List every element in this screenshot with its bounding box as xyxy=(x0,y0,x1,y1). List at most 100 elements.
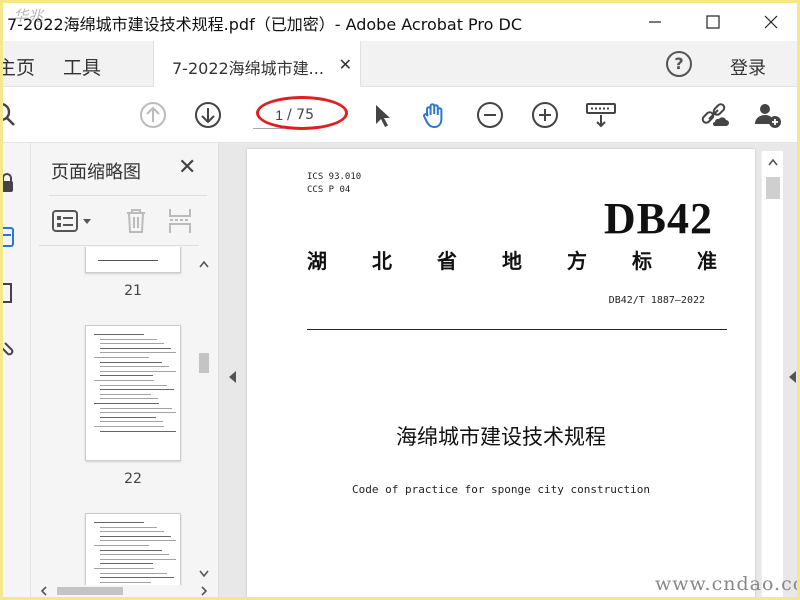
login-button[interactable]: 登录 xyxy=(730,54,766,80)
page-thumbnails-icon[interactable] xyxy=(3,225,17,249)
collapse-left-panel-icon[interactable] xyxy=(229,371,236,383)
document-view[interactable]: ICS 93.010 CCS P 04 DB42 湖 北 省 地 方 标 准 D… xyxy=(219,143,797,597)
thumbnail-list: 21 22 xyxy=(31,247,201,585)
thumbnail-text-line xyxy=(94,568,154,569)
site-watermark: www.cndao.com xyxy=(655,573,797,595)
bookmark-icon[interactable] xyxy=(3,281,17,305)
thumbnail-page-number: 21 xyxy=(124,283,142,299)
expand-right-panel-icon[interactable] xyxy=(789,371,796,383)
standard-code: DB42 xyxy=(603,194,713,243)
share-link-icon[interactable] xyxy=(699,100,729,130)
help-button[interactable]: ? xyxy=(666,51,692,77)
page-thumbnails-panel: 页面缩略图 ✕ 21 22 xyxy=(31,143,219,597)
zoom-in-icon[interactable] xyxy=(530,100,560,130)
panel-title: 页面缩略图 xyxy=(51,162,141,183)
tab-bar: 主页 工具 7-2022海绵城市建... ✕ ? 登录 xyxy=(3,41,797,87)
ccs-code: CCS P 04 xyxy=(307,185,351,195)
lock-icon[interactable] xyxy=(3,171,17,195)
classification-codes: ICS 93.010 CCS P 04 xyxy=(307,171,361,197)
category-char: 省 xyxy=(437,249,457,273)
select-cursor-icon[interactable] xyxy=(367,100,397,130)
tab-tools[interactable]: 工具 xyxy=(63,53,101,80)
thumbnail-text-line xyxy=(100,577,174,579)
prev-page-icon[interactable] xyxy=(138,100,168,130)
thumbnail-text-line xyxy=(100,361,162,363)
page-thumbnail-22[interactable] xyxy=(85,325,181,461)
thumbnail-text-line xyxy=(100,421,163,423)
thumbnail-text-line xyxy=(100,338,157,340)
zoom-out-icon[interactable] xyxy=(475,100,505,130)
thumbnail-options-icon[interactable] xyxy=(49,207,97,235)
thumbnail-text-line xyxy=(100,558,176,560)
scroll-up-icon xyxy=(199,260,209,268)
thumbnail-text-line xyxy=(100,430,176,432)
category-char: 标 xyxy=(632,249,652,273)
close-window-button[interactable] xyxy=(751,7,791,37)
page-number-input[interactable] xyxy=(253,101,283,129)
tab-home[interactable]: 主页 xyxy=(3,53,35,80)
scroll-right-icon xyxy=(201,586,208,596)
thumbnail-text-line xyxy=(100,412,176,414)
document-title-cn: 海绵城市建设技术规程 xyxy=(396,425,606,449)
thumbnail-text-line xyxy=(100,526,157,528)
thumbnail-text-line xyxy=(94,380,154,381)
title-bar: 7-2022海绵城市建设技术规程.pdf（已加密）- Adobe Acrobat… xyxy=(3,3,797,41)
delete-page-icon[interactable] xyxy=(121,205,151,235)
attachment-icon[interactable] xyxy=(3,339,17,363)
thumbnail-vertical-scrollbar[interactable] xyxy=(195,259,213,583)
thumbnail-text-line xyxy=(100,352,176,354)
panel-toolbar xyxy=(49,203,209,239)
tab-document[interactable]: 7-2022海绵城市建... ✕ xyxy=(153,41,361,87)
thumbnail-text-line xyxy=(100,554,169,556)
document-vertical-scrollbar[interactable] xyxy=(761,151,783,597)
divider xyxy=(49,195,207,196)
category-char: 地 xyxy=(502,249,522,273)
scrollbar-thumb[interactable] xyxy=(57,587,123,595)
left-nav-rail xyxy=(3,143,31,597)
thumbnail-text-line xyxy=(100,384,167,386)
thumbnail-text-line xyxy=(100,407,172,409)
thumbnail-text-line xyxy=(100,572,167,574)
thumbnail-text-line xyxy=(100,347,171,349)
scrollbar-thumb[interactable] xyxy=(199,353,209,373)
close-icon xyxy=(764,15,778,29)
thumbnail-text-line xyxy=(94,357,149,358)
insert-page-icon[interactable] xyxy=(165,205,195,235)
hand-tool-icon[interactable] xyxy=(419,100,449,130)
thumbnail-text-line xyxy=(100,389,174,391)
category-char: 方 xyxy=(567,249,587,273)
thumbnail-text-line xyxy=(100,549,162,551)
panel-close-icon[interactable]: ✕ xyxy=(178,155,196,180)
thumbnail-horizontal-scrollbar[interactable] xyxy=(39,583,213,597)
thumbnail-text-line xyxy=(100,398,158,400)
scroll-down-icon xyxy=(199,570,209,578)
maximize-icon xyxy=(706,15,720,29)
thumbnail-text-line xyxy=(94,426,164,427)
window-title: 7-2022海绵城市建设技术规程.pdf（已加密）- Adobe Acrobat… xyxy=(7,15,523,34)
thumbnail-text-line xyxy=(94,522,144,523)
page-total: / 75 xyxy=(287,107,314,123)
thumbnail-text-line xyxy=(100,540,176,542)
standard-category: 湖 北 省 地 方 标 准 xyxy=(307,245,717,274)
thumbnail-text-line xyxy=(100,531,164,533)
search-icon[interactable] xyxy=(3,100,19,130)
scroll-left-icon xyxy=(40,586,47,596)
thumbnail-text-line xyxy=(100,370,176,372)
page-thumbnail-21[interactable] xyxy=(85,247,181,273)
thumbnail-text-line xyxy=(100,366,169,368)
divider xyxy=(307,329,727,330)
maximize-button[interactable] xyxy=(693,7,733,37)
tab-close-icon[interactable]: ✕ xyxy=(339,55,352,74)
add-user-icon[interactable] xyxy=(753,100,783,130)
category-char: 北 xyxy=(372,249,392,273)
page-display-icon[interactable] xyxy=(585,100,617,130)
standard-number: DB42/T 1887—2022 xyxy=(608,295,705,306)
minimize-button[interactable] xyxy=(635,7,675,37)
thumbnail-text-line xyxy=(94,334,144,335)
next-page-icon[interactable] xyxy=(193,100,223,130)
thumbnail-text-line xyxy=(94,403,159,404)
page-thumbnail-23[interactable] xyxy=(85,513,181,585)
scrollbar-thumb[interactable] xyxy=(766,177,780,199)
thumbnail-page-number: 22 xyxy=(124,471,142,487)
thumbnail-text-line xyxy=(100,416,156,418)
